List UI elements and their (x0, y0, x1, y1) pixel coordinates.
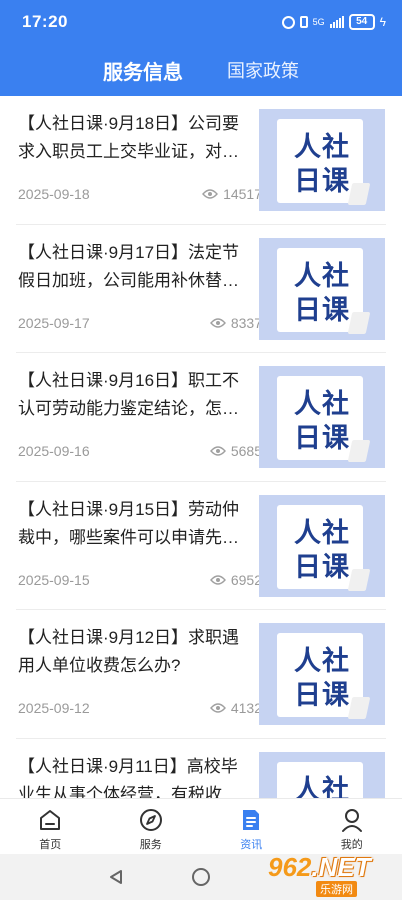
tab-national-policy[interactable]: 国家政策 (227, 57, 299, 83)
list-item[interactable]: 【人社日课·9月11日】高校毕业生从事个体经营，有税收… 人社 日课 (16, 739, 386, 799)
view-count: 14517 (166, 186, 262, 202)
eye-icon (202, 189, 218, 199)
nav-news-label: 资讯 (240, 839, 263, 851)
article-list[interactable]: 【人社日课·9月18日】公司要求入职员工上交毕业证，对… 2025-09-18 … (0, 96, 402, 798)
article-thumbnail: 人社 日课 (259, 494, 385, 597)
list-item[interactable]: 【人社日课·9月15日】劳动仲裁中，哪些案件可以申请先… 2025-09-15 … (16, 482, 386, 610)
home-icon (40, 810, 61, 830)
nav-mine-label: 我的 (340, 839, 363, 851)
thumbnail-text-line2: 日课 (294, 680, 350, 710)
article-title: 【人社日课·9月11日】高校毕业生从事个体经营，有税收… (18, 756, 239, 799)
nav-mine[interactable]: 我的 (302, 799, 402, 854)
vibrate-icon (299, 16, 308, 28)
view-count: 5685 (166, 443, 262, 459)
article-date: 2025-09-12 (18, 700, 90, 716)
system-icons: 5G 54 ϟ (281, 14, 386, 30)
list-item[interactable]: 【人社日课·9月12日】求职遇用人单位收费怎么办? 2025-09-12 413… (16, 610, 386, 739)
list-item[interactable]: 【人社日课·9月16日】职工不认可劳动能力鉴定结论，怎… 2025-09-16 … (16, 353, 386, 482)
news-icon (243, 810, 260, 830)
nav-home[interactable]: 首页 (0, 799, 101, 854)
view-count-value: 8337 (230, 314, 262, 331)
app-header: 17:20 5G 54 ϟ 服务信息 国家政策 (0, 0, 402, 96)
status-time: 17:20 (22, 12, 68, 31)
eye-icon (209, 574, 226, 585)
compass-icon (139, 809, 162, 831)
view-count-value: 14517 (223, 186, 262, 202)
article-thumbnail: 人社 日课 (259, 623, 385, 725)
article-thumbnail: 人社 日课 (259, 366, 385, 468)
list-item[interactable]: 【人社日课·9月18日】公司要求入职员工上交毕业证，对… 2025-09-18 … (16, 96, 386, 225)
view-count-value: 6952 (230, 571, 262, 588)
eye-icon (209, 317, 226, 328)
back-icon[interactable] (108, 869, 124, 885)
charging-icon: ϟ (379, 15, 386, 29)
view-count-value: 4132 (230, 700, 262, 716)
article-thumbnail: 人社 日课 (259, 751, 385, 799)
article-title: 【人社日课·9月16日】职工不认可劳动能力鉴定结论，怎… (18, 371, 240, 418)
view-count: 6952 (166, 572, 262, 588)
thumbnail-text-line2: 日课 (294, 166, 350, 196)
article-title: 【人社日课·9月18日】公司要求入职员工上交毕业证，对… (18, 114, 240, 161)
article-date: 2025-09-16 (18, 443, 90, 459)
watermark-logo: 962.NET 乐游网 (264, 852, 400, 898)
bottom-navigation: 首页 服务 资讯 我的 (0, 798, 402, 854)
status-bar: 17:20 5G 54 ϟ (0, 0, 402, 44)
thumbnail-text-line2: 日课 (294, 423, 350, 453)
view-count-value: 5685 (230, 443, 262, 459)
article-date: 2025-09-18 (18, 186, 90, 202)
nav-service-label: 服务 (139, 839, 162, 851)
thumbnail-text-line2: 日课 (294, 294, 350, 325)
network-type: 5G (312, 17, 325, 27)
article-thumbnail: 人社 日课 (259, 109, 385, 211)
nav-news[interactable]: 资讯 (201, 799, 302, 854)
nav-home-label: 首页 (39, 839, 62, 851)
article-title: 【人社日课·9月15日】劳动仲裁中，哪些案件可以申请先… (18, 499, 240, 547)
view-count: 8337 (166, 315, 262, 331)
list-item[interactable]: 【人社日课·9月17日】法定节假日加班，公司能用补休替… 2025-09-17 … (16, 225, 386, 353)
article-thumbnail: 人社 日课 (259, 237, 385, 340)
tab-service-info[interactable]: 服务信息 (103, 56, 183, 85)
eye-icon (209, 446, 226, 456)
article-title: 【人社日课·9月17日】法定节假日加班，公司能用补休替… (18, 242, 240, 290)
article-title: 【人社日课·9月12日】求职遇用人单位收费怎么办? (18, 628, 240, 675)
article-date: 2025-09-17 (18, 314, 90, 331)
thumbnail-text-line1: 人社 (294, 774, 350, 799)
signal-icon (329, 16, 344, 28)
watermark-subtext: 乐游网 (316, 881, 357, 897)
eye-icon (209, 703, 226, 713)
system-home-icon[interactable] (192, 868, 210, 886)
battery-icon: 54 (348, 14, 375, 30)
header-tabs: 服务信息 国家政策 (0, 44, 402, 96)
watermark-text: 962.NET (268, 852, 371, 882)
nav-service[interactable]: 服务 (101, 799, 202, 854)
user-icon (341, 809, 362, 832)
thumbnail-text-line2: 日课 (294, 551, 350, 582)
view-count: 4132 (166, 700, 262, 716)
alarm-icon (281, 15, 295, 29)
article-date: 2025-09-15 (18, 571, 90, 588)
